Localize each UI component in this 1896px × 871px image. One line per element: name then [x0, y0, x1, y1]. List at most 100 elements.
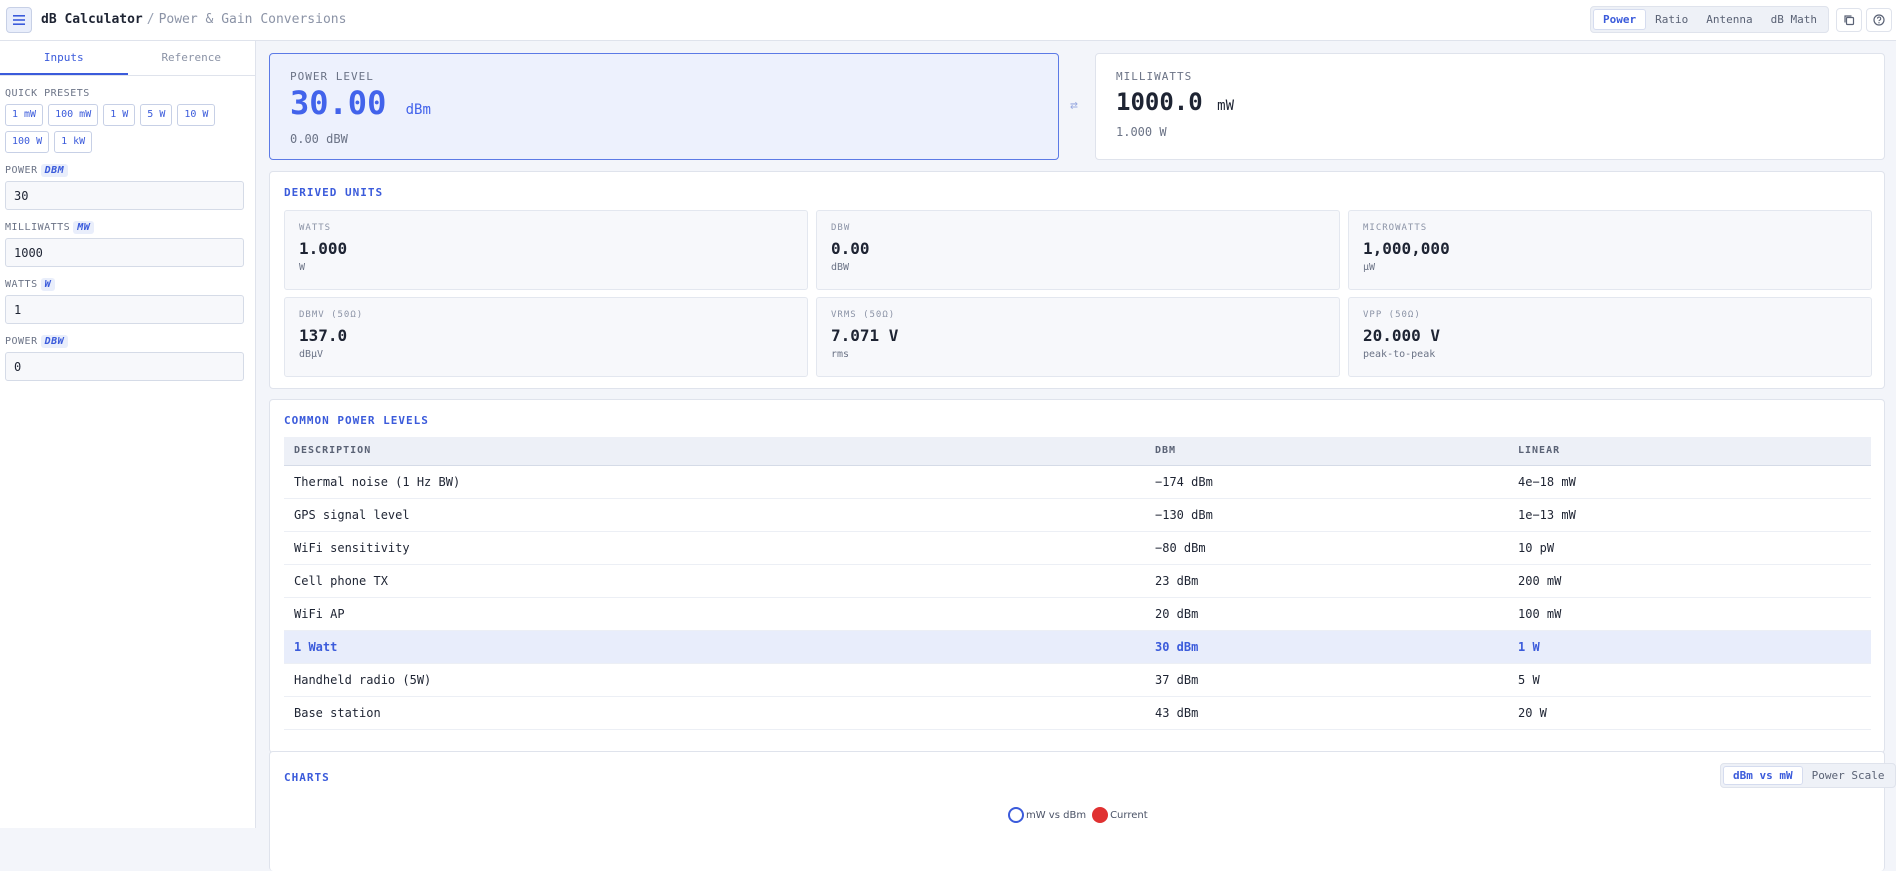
tile-unit: µW: [1363, 262, 1376, 273]
charts-title: CHARTS: [284, 771, 330, 784]
milliwatts-card: MILLIWATTS 1000.0 mW 1.000 W: [1095, 53, 1885, 160]
cell-linear: 1 W: [1508, 630, 1871, 664]
cell-description: WiFi AP: [284, 597, 1145, 631]
cell-description: GPS signal level: [284, 498, 1145, 532]
preset-10w[interactable]: 10 W: [177, 104, 216, 126]
table-row[interactable]: WiFi AP 20 dBm 100 mW: [284, 597, 1871, 631]
cell-dbm: −130 dBm: [1145, 498, 1508, 532]
milliwatts-value: 1000.0: [1116, 88, 1203, 116]
mode-ratio[interactable]: Ratio: [1646, 9, 1697, 30]
cell-linear: 100 mW: [1508, 597, 1871, 631]
mode-antenna[interactable]: Antenna: [1697, 9, 1761, 30]
tile-unit: dBµV: [299, 349, 324, 360]
legend-swatch-current: [1092, 807, 1109, 823]
tile-unit: W: [299, 262, 306, 273]
table-row-current[interactable]: 1 Watt 30 dBm 1 W: [284, 630, 1871, 664]
power-level-label: POWER LEVEL: [290, 70, 374, 83]
table-row[interactable]: Handheld radio (5W) 37 dBm 5 W: [284, 663, 1871, 697]
power-level-value-row: 30.00 dBm: [290, 85, 1038, 128]
mode-power[interactable]: Power: [1593, 9, 1647, 30]
cell-linear: 10 pW: [1508, 531, 1871, 565]
milliwatts-value-row: 1000.0 mW: [1116, 87, 1864, 121]
tile-value: 1.000: [299, 239, 348, 258]
field-label-text: POWER: [5, 336, 38, 347]
derived-units-card: DERIVED UNITS WATTS 1.000 W DBW 0.00 dBW MIC…: [269, 171, 1885, 389]
tile-watts: WATTS 1.000 W: [284, 210, 808, 290]
mode-db-math[interactable]: dB Math: [1762, 9, 1826, 30]
column-header-description: DESCRIPTION: [284, 437, 1145, 466]
chart-tab-dbm-vs-mw[interactable]: dBm vs mW: [1723, 766, 1803, 785]
watts-input[interactable]: [5, 295, 244, 324]
milliwatts-label: MILLIWATTS: [1116, 70, 1193, 83]
preset-1kw[interactable]: 1 kW: [54, 131, 93, 153]
help-button[interactable]: [1866, 8, 1892, 32]
unit-badge: DBM: [40, 164, 69, 177]
preset-5w[interactable]: 5 W: [140, 104, 173, 126]
preset-list: 1 mW 100 mW 1 W 5 W 10 W 100 W 1 kW: [0, 99, 240, 153]
column-header-linear: LINEAR: [1508, 437, 1871, 466]
cell-dbm: −174 dBm: [1145, 465, 1508, 499]
field-label-text: WATTS: [5, 279, 38, 290]
tile-value: 137.0: [299, 326, 348, 345]
charts-card: CHARTS dBm vs mW Power Scale mW vs dBm C…: [269, 751, 1896, 871]
copy-icon: [1844, 15, 1855, 26]
power-level-unit: dBm: [405, 102, 431, 118]
dbw-input[interactable]: [5, 352, 244, 381]
tile-value: 1,000,000: [1363, 239, 1450, 258]
table-row[interactable]: WiFi sensitivity −80 dBm 10 pW: [284, 531, 1871, 565]
tile-vrms: VRMS (50Ω) 7.071 V rms: [816, 297, 1340, 377]
tile-label: MICROWATTS: [1363, 223, 1428, 233]
table-row[interactable]: Base station 43 dBm 20 W: [284, 696, 1871, 730]
power-level-sub: 0.00 dBW: [290, 132, 348, 146]
tab-reference[interactable]: Reference: [128, 41, 256, 75]
presets-label: QUICK PRESETS: [5, 88, 90, 99]
milliwatts-unit: mW: [1217, 98, 1235, 114]
cell-dbm: 43 dBm: [1145, 696, 1508, 730]
tab-inputs[interactable]: Inputs: [0, 41, 128, 75]
preset-1w[interactable]: 1 W: [103, 104, 136, 126]
cell-description: 1 Watt: [284, 630, 1145, 664]
app-subtitle: Power & Gain Conversions: [158, 12, 347, 27]
table-row[interactable]: Thermal noise (1 Hz BW) −174 dBm 4e−18 mW: [284, 465, 1871, 499]
menu-button[interactable]: [6, 7, 32, 33]
cell-description: Cell phone TX: [284, 564, 1145, 598]
tile-microwatts: MICROWATTS 1,000,000 µW: [1348, 210, 1872, 290]
tile-label: VRMS (50Ω): [831, 310, 896, 320]
field-label-dbw: POWER DBW: [5, 335, 255, 348]
tile-unit: rms: [831, 349, 850, 360]
table-row[interactable]: Cell phone TX 23 dBm 200 mW: [284, 564, 1871, 598]
field-label-w: WATTS W: [5, 278, 255, 291]
unit-badge: DBW: [40, 335, 69, 348]
power-level-card: POWER LEVEL 30.00 dBm 0.00 dBW: [269, 53, 1059, 160]
tile-value: 0.00: [831, 239, 870, 258]
table-row[interactable]: GPS signal level −130 dBm 1e−13 mW: [284, 498, 1871, 532]
tile-label: DBW: [831, 223, 851, 233]
cell-linear: 1e−13 mW: [1508, 498, 1871, 532]
unit-badge: W: [40, 278, 56, 291]
dbm-input[interactable]: [5, 181, 244, 210]
tile-unit: peak-to-peak: [1363, 349, 1436, 360]
chart-tabs: dBm vs mW Power Scale: [1720, 763, 1896, 788]
tile-dbmv: DBMV (50Ω) 137.0 dBµV: [284, 297, 808, 377]
cell-linear: 4e−18 mW: [1508, 465, 1871, 499]
table-header-row: DESCRIPTION DBM LINEAR: [284, 437, 1871, 466]
swap-icon[interactable]: ⇄: [1070, 98, 1078, 113]
preset-100mw[interactable]: 100 mW: [48, 104, 99, 126]
milliwatts-input[interactable]: [5, 238, 244, 267]
legend-swatch-series: [1008, 807, 1024, 823]
power-levels-table: DESCRIPTION DBM LINEAR Thermal noise (1 …: [284, 437, 1871, 730]
cell-linear: 5 W: [1508, 663, 1871, 697]
copy-button[interactable]: [1836, 8, 1862, 32]
preset-1mw[interactable]: 1 mW: [5, 104, 44, 126]
tile-label: WATTS: [299, 223, 332, 233]
title-separator: /: [146, 12, 155, 27]
tile-value: 7.071 V: [831, 326, 899, 345]
column-header-dbm: DBM: [1145, 437, 1508, 466]
chart-legend: mW vs dBm Current: [1008, 807, 1148, 823]
cell-description: Handheld radio (5W): [284, 663, 1145, 697]
cell-linear: 200 mW: [1508, 564, 1871, 598]
chart-tab-power-scale[interactable]: Power Scale: [1803, 766, 1894, 785]
preset-100w[interactable]: 100 W: [5, 131, 50, 153]
cell-description: WiFi sensitivity: [284, 531, 1145, 565]
cell-description: Base station: [284, 696, 1145, 730]
